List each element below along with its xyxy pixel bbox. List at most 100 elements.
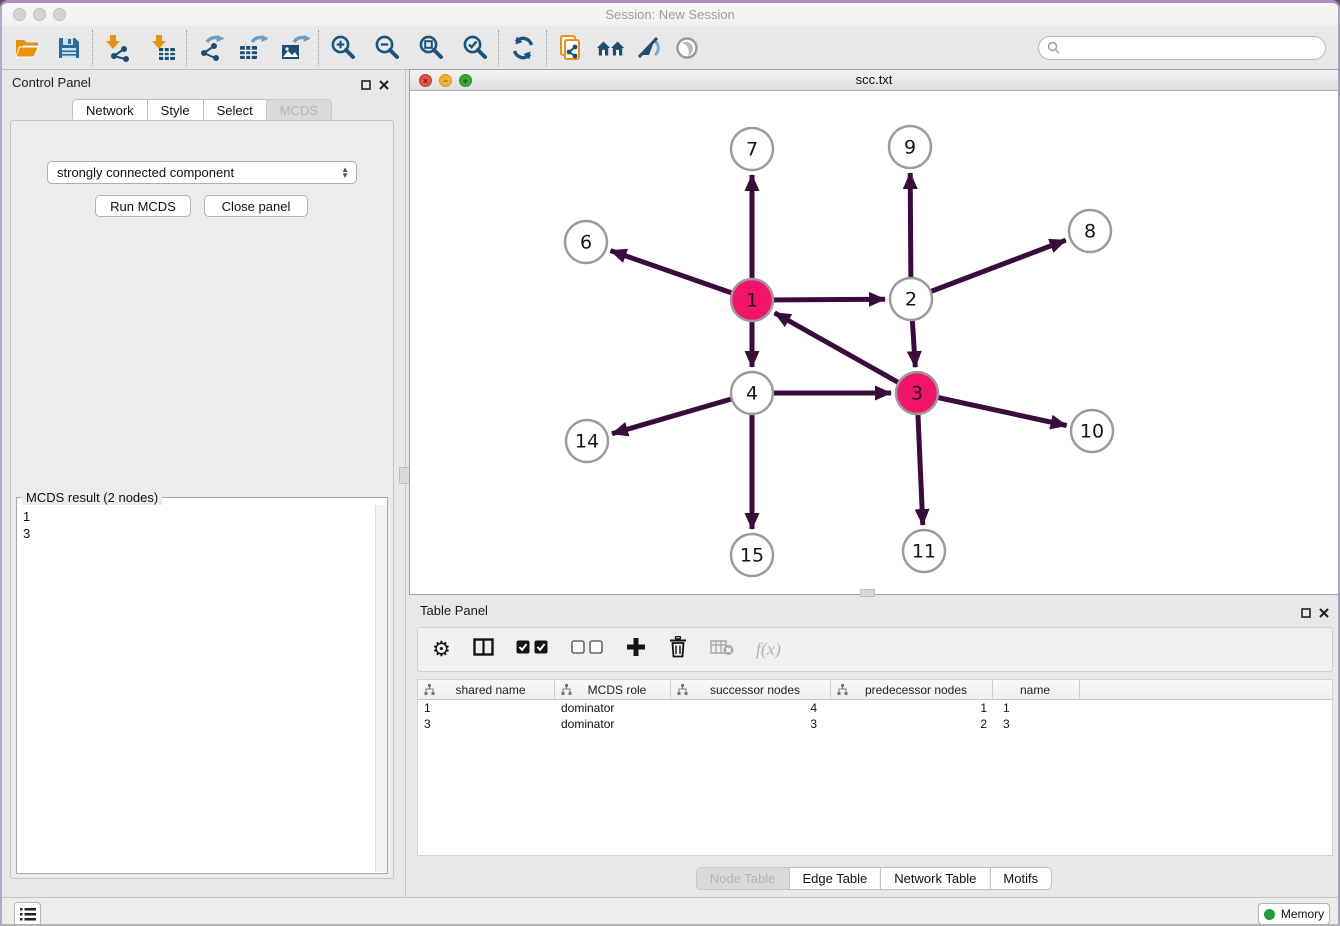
graph-node[interactable]: 3 [896,372,938,414]
settings-gear-icon[interactable]: ⚙ [432,639,451,660]
toggle-graphics-details-icon[interactable] [634,33,664,63]
float-panel-icon[interactable] [361,77,371,95]
network-window-titlebar[interactable]: × − + scc.txt [410,70,1338,91]
graph-node[interactable]: 1 [731,279,773,321]
search-box[interactable] [1038,36,1326,60]
graph-edge[interactable] [611,251,753,300]
table-header: shared name MCDS role successor nodes pr… [418,680,1332,700]
graph-node[interactable]: 9 [889,126,931,168]
column-header-successor-nodes[interactable]: successor nodes [671,680,831,699]
tab-edge-table[interactable]: Edge Table [788,867,881,890]
network-graph[interactable]: 7 9 6 8 1 2 4 3 14 10 15 11 [410,91,1338,594]
graph-node[interactable]: 15 [731,534,773,576]
graph-node[interactable]: 8 [1069,210,1111,252]
export-image-icon[interactable] [280,33,310,63]
column-header-predecessor-nodes[interactable]: predecessor nodes [831,680,993,699]
show-panels-button[interactable] [14,902,41,926]
save-session-icon[interactable] [54,33,84,63]
main-title-bar: Session: New Session [2,3,1338,27]
svg-text:1: 1 [746,290,758,312]
svg-text:3: 3 [911,383,923,405]
network-canvas[interactable]: 7 9 6 8 1 2 4 3 14 10 15 11 [410,91,1338,594]
graph-edge[interactable] [775,313,917,393]
graph-node[interactable]: 2 [890,278,932,320]
mcds-result-box: 1 3 [16,497,388,874]
tab-motifs[interactable]: Motifs [989,867,1052,890]
svg-text:10: 10 [1080,421,1104,443]
function-builder-icon: f(x) [756,639,781,660]
toggle-panel-columns-icon[interactable] [473,638,494,661]
column-type-icon [561,684,572,695]
column-type-icon [677,684,688,695]
search-icon [1047,41,1060,54]
column-header-name[interactable]: name [993,680,1080,699]
graph-node[interactable]: 7 [731,128,773,170]
tab-network[interactable]: Network [72,99,148,122]
close-table-panel-icon[interactable] [1319,605,1329,623]
status-bar: Memory [2,897,1338,926]
network-view-window: × − + scc.txt 7 9 6 8 1 2 4 3 14 10 15 11 [409,69,1339,595]
main-toolbar [2,26,1338,70]
add-column-icon[interactable] [626,637,646,662]
graph-node[interactable]: 4 [731,372,773,414]
network-home-icon[interactable] [596,33,626,63]
application-window: Session: New Session [0,0,1340,926]
delete-column-icon[interactable] [668,636,688,663]
zoom-selected-icon[interactable] [460,33,490,63]
table-row[interactable]: 1 dominator 4 1 1 [418,700,1332,716]
toolbar-separator [546,30,548,66]
graph-edge[interactable] [911,240,1066,299]
graph-node[interactable]: 6 [565,221,607,263]
search-input[interactable] [1065,40,1317,56]
network-window-title: scc.txt [410,70,1338,90]
graph-node[interactable]: 11 [903,530,945,572]
export-table-icon[interactable] [238,33,268,63]
svg-text:6: 6 [580,232,592,254]
tab-select[interactable]: Select [203,99,267,122]
graph-node[interactable]: 10 [1071,410,1113,452]
result-scrollbar[interactable] [375,505,387,872]
svg-text:7: 7 [746,139,758,161]
memory-button[interactable]: Memory [1258,903,1330,925]
table-panel-title: Table Panel [420,603,488,618]
svg-text:14: 14 [575,431,599,453]
column-header-mcds-role[interactable]: MCDS role [555,680,671,699]
import-network-icon[interactable] [102,33,132,63]
deselect-all-columns-icon[interactable] [571,640,604,659]
graph-node[interactable]: 14 [566,420,608,462]
svg-text:9: 9 [904,137,916,159]
table-row[interactable]: 3 dominator 3 2 3 [418,716,1332,732]
close-panel-button[interactable]: Close panel [204,195,308,217]
clone-network-icon[interactable] [556,33,586,63]
close-panel-icon[interactable] [379,77,389,95]
zoom-in-icon[interactable] [328,33,358,63]
zoom-fit-icon[interactable] [416,33,446,63]
control-panel-title: Control Panel [12,75,91,90]
table-panel-tabs: Node Table Edge Table Network Table Moti… [696,867,1052,890]
select-value: strongly connected component [57,165,234,180]
export-network-icon[interactable] [196,33,226,63]
optimization-criterion-select[interactable]: strongly connected component ▲▼ [47,161,357,184]
tab-mcds[interactable]: MCDS [266,99,332,122]
zoom-out-icon[interactable] [372,33,402,63]
import-table-icon[interactable] [148,33,178,63]
open-file-icon[interactable] [12,33,42,63]
float-table-panel-icon[interactable] [1301,605,1311,623]
select-all-columns-icon[interactable] [516,640,549,659]
memory-status-icon [1264,909,1275,920]
column-header-shared-name[interactable]: shared name [418,680,555,699]
tab-style[interactable]: Style [147,99,204,122]
node-table: shared name MCDS role successor nodes pr… [417,679,1333,856]
mcds-result-list: 1 3 [17,506,36,544]
toolbar-separator [318,30,320,66]
tab-node-table[interactable]: Node Table [696,867,790,890]
list-icon [20,908,36,921]
tab-network-table[interactable]: Network Table [880,867,990,890]
refresh-icon[interactable] [508,33,538,63]
birds-eye-view-icon[interactable] [672,33,702,63]
horizontal-splitter-handle[interactable] [860,589,875,597]
run-mcds-button[interactable]: Run MCDS [95,195,191,217]
svg-text:2: 2 [905,289,917,311]
graph-edge[interactable] [917,393,1067,426]
svg-text:11: 11 [912,541,936,563]
